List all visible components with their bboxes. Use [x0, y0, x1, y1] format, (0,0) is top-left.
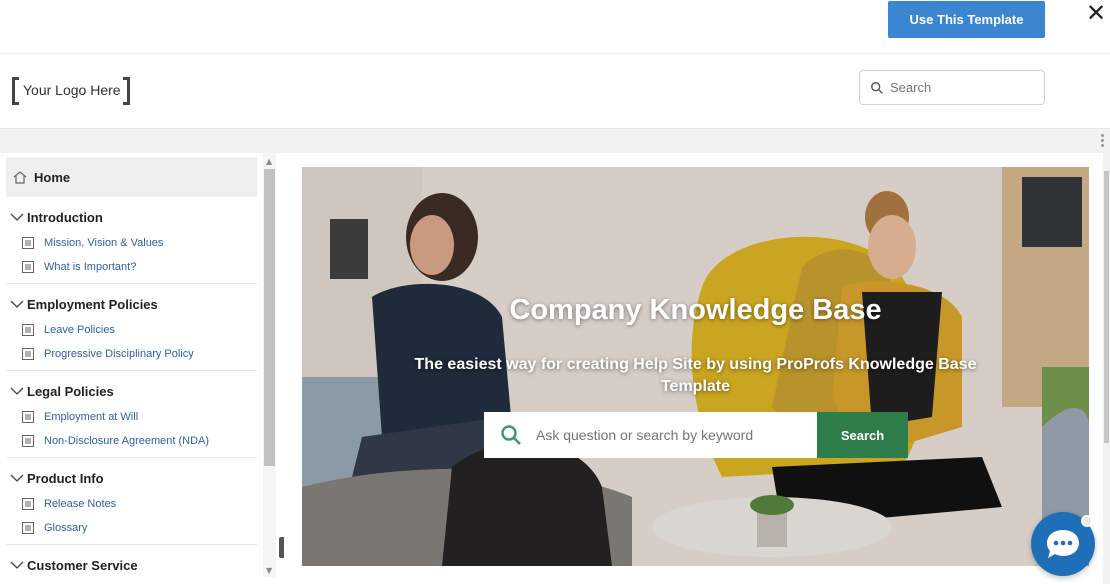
- hero-banner: Company Knowledge Base The easiest way f…: [302, 167, 1089, 566]
- sidebar-link[interactable]: Progressive Disciplinary Policy: [6, 342, 257, 366]
- sidebar-link-label: Non-Disclosure Agreement (NDA): [44, 435, 210, 447]
- chat-notification-dot: [1081, 515, 1093, 527]
- sidebar-section-title: Introduction: [27, 209, 103, 225]
- sidebar-link-label: What is Important?: [44, 261, 137, 273]
- sidebar-link-label: Glossary: [44, 522, 88, 534]
- document-icon: [22, 498, 34, 510]
- sidebar-link-label: Release Notes: [44, 498, 117, 510]
- sidebar-section-customer-service: Customer Service: [6, 545, 257, 584]
- chevron-down-icon: [10, 561, 24, 569]
- scroll-up-icon[interactable]: ▲: [266, 157, 272, 166]
- sidebar-link[interactable]: Mission, Vision & Values: [6, 231, 257, 255]
- search-icon: [501, 425, 521, 445]
- sidebar-section-title: Employment Policies: [27, 296, 158, 312]
- sidebar-link[interactable]: Non-Disclosure Agreement (NDA): [6, 429, 257, 453]
- use-template-button[interactable]: Use This Template: [888, 1, 1045, 38]
- sidebar-section-toggle[interactable]: Customer Service: [6, 545, 257, 584]
- header-search-input[interactable]: [890, 80, 1030, 95]
- hero-title: Company Knowledge Base: [509, 294, 882, 326]
- sidebar-item-home[interactable]: Home: [6, 157, 257, 197]
- document-icon: [22, 522, 34, 534]
- sidebar-section-legal-policies: Legal Policies Employment at Will Non-Di…: [6, 371, 257, 458]
- document-icon: [22, 324, 34, 336]
- chevron-down-icon: [10, 474, 24, 482]
- logo[interactable]: Your Logo Here: [12, 77, 130, 105]
- sidebar-link[interactable]: Release Notes: [6, 492, 257, 516]
- main-scrollbar[interactable]: [1103, 153, 1110, 584]
- sidebar-link[interactable]: Employment at Will: [6, 405, 257, 429]
- home-icon: [13, 170, 27, 184]
- hero-subtitle: The easiest way for creating Help Site b…: [414, 356, 977, 395]
- sidebar-link[interactable]: Glossary: [6, 516, 257, 540]
- sidebar-section-title: Customer Service: [27, 557, 138, 573]
- logo-bracket-left: [12, 77, 19, 105]
- header-search[interactable]: [859, 70, 1045, 105]
- hero-search-button[interactable]: Search: [817, 412, 908, 458]
- scroll-down-icon[interactable]: ▼: [266, 566, 272, 575]
- sidebar-section-introduction: Introduction Mission, Vision & Values Wh…: [6, 197, 257, 284]
- sidebar-section-employment-policies: Employment Policies Leave Policies Progr…: [6, 284, 257, 371]
- sidebar-nav: Home Introduction Mission, Vision & Valu…: [6, 157, 257, 584]
- document-icon: [22, 237, 34, 249]
- logo-text: Your Logo Here: [23, 82, 121, 98]
- chevron-down-icon: [10, 213, 24, 221]
- toolbar-strip: [0, 128, 1110, 153]
- document-icon: [22, 261, 34, 273]
- chevron-down-icon: [10, 300, 24, 308]
- sidebar: Home Introduction Mission, Vision & Valu…: [0, 153, 277, 584]
- document-icon: [22, 411, 34, 423]
- sidebar-link-label: Leave Policies: [44, 324, 115, 336]
- hero-search-input[interactable]: [536, 427, 806, 443]
- sidebar-section-title: Legal Policies: [27, 383, 114, 399]
- document-icon: [22, 348, 34, 360]
- chat-icon: [1047, 530, 1079, 558]
- sidebar-item-label: Home: [34, 169, 71, 185]
- main-scroll-thumb[interactable]: [1104, 171, 1109, 443]
- top-bar: Use This Template ✕: [0, 0, 1110, 54]
- more-options-icon[interactable]: [1101, 134, 1105, 150]
- logo-bracket-right: [123, 77, 130, 105]
- sidebar-section-title: Product Info: [27, 470, 104, 486]
- sidebar-section-product-info: Product Info Release Notes Glossary: [6, 458, 257, 545]
- sidebar-scroll-thumb[interactable]: [264, 169, 275, 466]
- chevron-down-icon: [10, 387, 24, 395]
- sidebar-link-label: Mission, Vision & Values: [44, 237, 164, 249]
- document-icon: [22, 435, 34, 447]
- sidebar-link-label: Employment at Will: [44, 411, 139, 423]
- sidebar-link[interactable]: Leave Policies: [6, 318, 257, 342]
- sidebar-link-label: Progressive Disciplinary Policy: [44, 348, 194, 360]
- close-icon[interactable]: ✕: [1084, 0, 1108, 27]
- search-icon: [871, 81, 883, 94]
- sidebar-link[interactable]: What is Important?: [6, 255, 257, 279]
- sidebar-scrollbar[interactable]: ▲ ▼: [263, 153, 276, 577]
